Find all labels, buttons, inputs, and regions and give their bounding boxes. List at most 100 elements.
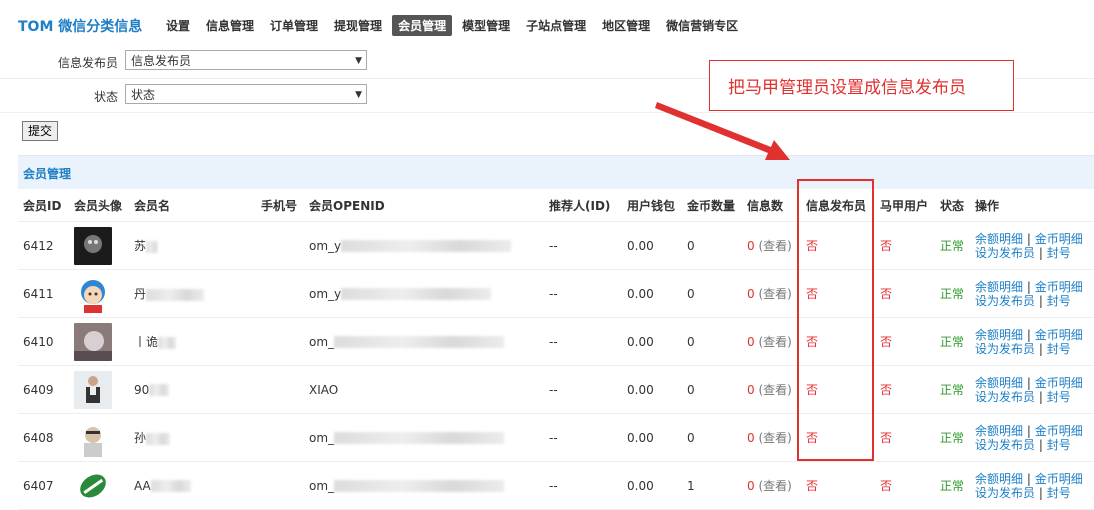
set-publisher-link[interactable]: 设为发布员 xyxy=(975,438,1035,452)
separator: | xyxy=(1026,471,1031,486)
member-referrer: -- xyxy=(544,365,622,414)
publisher-filter-select[interactable]: 信息发布员 ▼ xyxy=(125,50,367,70)
member-openid-cell: om_y xyxy=(304,269,544,318)
status-filter-label: 状态 xyxy=(93,90,118,104)
member-name-cell: 苏 xyxy=(129,221,256,270)
member-openid: om_y xyxy=(309,238,342,253)
nav-substation-management[interactable]: 子站点管理 xyxy=(520,15,592,36)
info-count: 0 xyxy=(747,239,755,253)
member-status: 正常 xyxy=(935,413,970,462)
publisher-filter-label: 信息发布员 xyxy=(57,56,118,70)
nav-settings[interactable]: 设置 xyxy=(160,15,196,36)
member-referrer: -- xyxy=(544,269,622,318)
status-filter-select[interactable]: 状态 ▼ xyxy=(125,84,367,104)
member-phone xyxy=(256,413,304,462)
separator: | xyxy=(1026,375,1031,390)
member-name-cell: 孙 xyxy=(129,413,256,462)
ban-link[interactable]: 封号 xyxy=(1047,486,1071,500)
info-count: 0 xyxy=(747,479,755,493)
member-phone xyxy=(256,365,304,414)
set-publisher-link[interactable]: 设为发布员 xyxy=(975,294,1035,308)
member-name: 苏 xyxy=(134,239,147,253)
member-name: 孙 xyxy=(134,431,147,445)
member-wallet: 0.00 xyxy=(622,365,682,414)
member-wallet: 0.00 xyxy=(622,317,682,366)
ban-link[interactable]: 封号 xyxy=(1047,438,1071,452)
nav-member-management[interactable]: 会员管理 xyxy=(392,15,453,36)
member-openid: om_y xyxy=(309,286,342,301)
coin-detail-link[interactable]: 金币明细 xyxy=(1035,424,1083,438)
member-id: 6411 xyxy=(18,269,69,318)
balance-detail-link[interactable]: 余额明细 xyxy=(975,472,1023,486)
member-openid-cell: XIAO xyxy=(304,365,544,414)
member-phone xyxy=(256,221,304,270)
coin-detail-link[interactable]: 金币明细 xyxy=(1035,232,1083,246)
member-name: 90 xyxy=(134,382,150,397)
separator: | xyxy=(1038,245,1043,260)
member-id: 6410 xyxy=(18,317,69,366)
member-table: 会员ID 会员头像 会员名 手机号 会员OPENID 推荐人(ID) 用户钱包 … xyxy=(18,189,1094,510)
col-avatar: 会员头像 xyxy=(69,189,129,222)
member-info-cell: 0 (查看) xyxy=(742,221,801,270)
view-link[interactable]: (查看) xyxy=(758,479,791,493)
view-link[interactable]: (查看) xyxy=(758,287,791,301)
member-avatar xyxy=(69,221,129,270)
set-publisher-link[interactable]: 设为发布员 xyxy=(975,390,1035,404)
member-status: 正常 xyxy=(935,365,970,414)
member-name: 丹 xyxy=(134,287,147,301)
member-openid-cell: om_ xyxy=(304,413,544,462)
balance-detail-link[interactable]: 余额明细 xyxy=(975,280,1023,294)
member-wallet: 0.00 xyxy=(622,221,682,270)
set-publisher-link[interactable]: 设为发布员 xyxy=(975,246,1035,260)
nav-info-management[interactable]: 信息管理 xyxy=(200,15,260,36)
member-openid: XIAO xyxy=(309,382,339,397)
view-link[interactable]: (查看) xyxy=(758,239,791,253)
member-referrer: -- xyxy=(544,413,622,462)
member-openid-cell: om_y xyxy=(304,221,544,270)
ban-link[interactable]: 封号 xyxy=(1047,390,1071,404)
member-info-cell: 0 (查看) xyxy=(742,269,801,318)
view-link[interactable]: (查看) xyxy=(758,383,791,397)
nav-model-management[interactable]: 模型管理 xyxy=(456,15,516,36)
nav-order-management[interactable]: 订单管理 xyxy=(264,15,324,36)
nav-region-management[interactable]: 地区管理 xyxy=(596,15,656,36)
balance-detail-link[interactable]: 余额明细 xyxy=(975,376,1023,390)
set-publisher-link[interactable]: 设为发布员 xyxy=(975,486,1035,500)
member-phone xyxy=(256,317,304,366)
submit-button[interactable]: 提交 xyxy=(22,121,59,141)
balance-detail-link[interactable]: 余额明细 xyxy=(975,328,1023,342)
view-link[interactable]: (查看) xyxy=(758,335,791,349)
nav-wechat-marketing[interactable]: 微信营销专区 xyxy=(660,15,744,36)
member-name-cell: 丨诡 xyxy=(129,317,256,366)
balance-detail-link[interactable]: 余额明细 xyxy=(975,232,1023,246)
member-openid: om_ xyxy=(309,334,335,349)
ban-link[interactable]: 封号 xyxy=(1047,246,1071,260)
member-name-cell: 90 xyxy=(129,365,256,414)
table-row: 6408 孙 om_ -- 0.00 0 0 (查看) 否 否 正常 余额明细 … xyxy=(18,413,1094,462)
col-phone: 手机号 xyxy=(256,189,304,222)
nav-withdraw-management[interactable]: 提现管理 xyxy=(328,15,388,36)
coin-detail-link[interactable]: 金币明细 xyxy=(1035,328,1083,342)
brand-title[interactable]: TOM 微信分类信息 xyxy=(18,16,142,36)
member-coins: 0 xyxy=(682,413,742,462)
separator: | xyxy=(1026,327,1031,342)
dropdown-arrow-icon: ▼ xyxy=(355,90,362,100)
ban-link[interactable]: 封号 xyxy=(1047,342,1071,356)
annotation-callout: 把马甲管理员设置成信息发布员 xyxy=(709,60,1014,111)
col-info-count: 信息数 xyxy=(742,189,801,222)
publisher-filter-value: 信息发布员 xyxy=(131,54,192,68)
coin-detail-link[interactable]: 金币明细 xyxy=(1035,280,1083,294)
balance-detail-link[interactable]: 余额明细 xyxy=(975,424,1023,438)
coin-detail-link[interactable]: 金币明细 xyxy=(1035,376,1083,390)
coin-detail-link[interactable]: 金币明细 xyxy=(1035,472,1083,486)
member-avatar xyxy=(69,269,129,318)
member-phone xyxy=(256,269,304,318)
member-name-cell: 丹 xyxy=(129,269,256,318)
member-actions: 余额明细 | 金币明细 设为发布员 | 封号 xyxy=(970,365,1094,414)
member-coins: 0 xyxy=(682,221,742,270)
set-publisher-link[interactable]: 设为发布员 xyxy=(975,342,1035,356)
view-link[interactable]: (查看) xyxy=(758,431,791,445)
table-row: 6410 丨诡 om_ -- 0.00 0 0 (查看) 否 否 正常 余额明细… xyxy=(18,317,1094,366)
ban-link[interactable]: 封号 xyxy=(1047,294,1071,308)
section-header: 会员管理 xyxy=(18,155,1094,189)
